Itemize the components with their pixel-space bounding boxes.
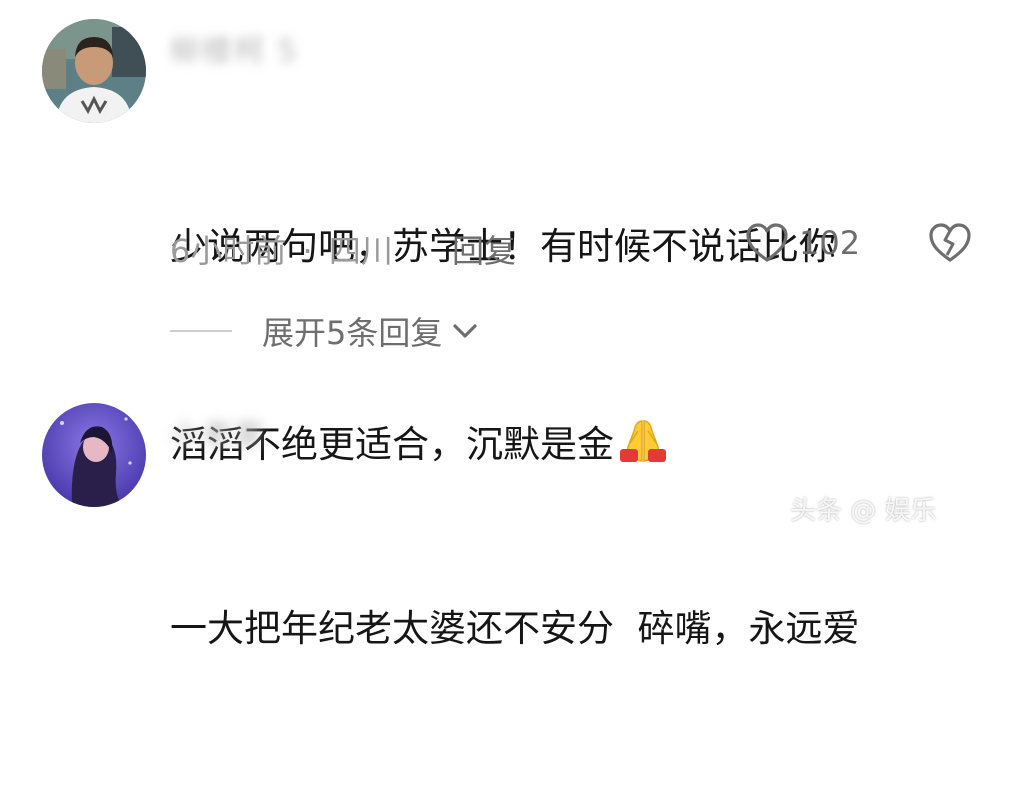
avatar[interactable] xyxy=(42,403,146,507)
avatar-image xyxy=(42,403,146,507)
dislike-button[interactable] xyxy=(928,222,972,268)
reply-button[interactable]: 回复 xyxy=(452,226,516,272)
like-button[interactable]: 102 xyxy=(745,222,860,264)
comment-item: 小老家 一大把年纪老太婆还不安分 碎嘴，永远爱 头条 @ 娱乐 xyxy=(0,380,1022,650)
watermark: 头条 @ 娱乐 xyxy=(790,496,937,526)
avatar[interactable] xyxy=(42,19,146,123)
username[interactable]: 柳楼柯 5 xyxy=(170,26,299,70)
broken-heart-icon xyxy=(929,223,971,262)
like-count: 102 xyxy=(799,224,861,262)
username[interactable]: 小老家 xyxy=(170,410,266,454)
expand-replies-button[interactable]: 展开5条回复 xyxy=(170,308,478,354)
comment-text-line: 一大把年纪老太婆还不安分 碎嘴，永远爱 xyxy=(170,607,860,650)
divider xyxy=(170,330,232,332)
avatar-image xyxy=(42,19,146,123)
heart-icon xyxy=(746,223,788,262)
comment-time: 6小时前 xyxy=(170,232,287,270)
meta-separator: · xyxy=(302,232,313,270)
comment-item: 柳楼柯 5 少说两句吧，苏学士！有时候不说话比你 滔滔不绝更适合，沉默是金 6小… xyxy=(0,0,1022,466)
comment-meta: 6小时前 · 四川 xyxy=(170,226,393,272)
comment-location: 四川 xyxy=(328,232,393,270)
chevron-down-icon xyxy=(453,324,477,338)
expand-replies-label: 展开5条回复 xyxy=(262,314,443,352)
